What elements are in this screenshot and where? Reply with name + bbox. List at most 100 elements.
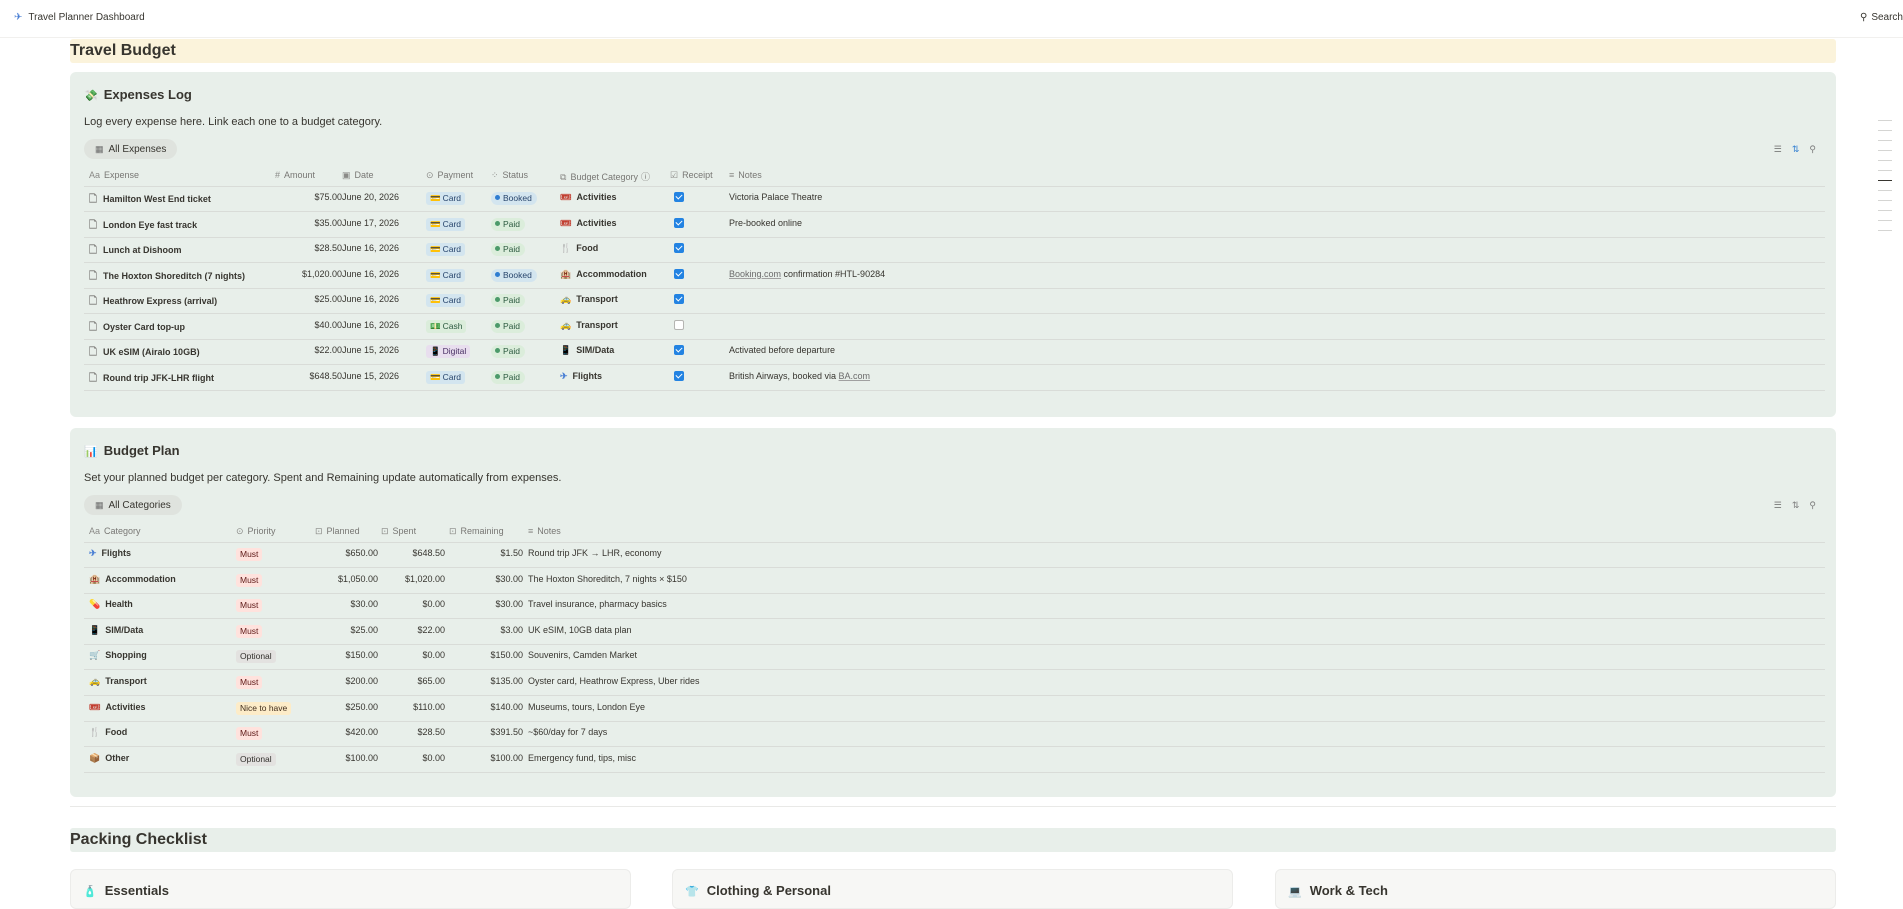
spent-cell[interactable]: $22.00 — [378, 625, 445, 635]
column-header-spent[interactable]: ⊡ Spent — [381, 526, 416, 537]
expense-name-cell[interactable]: 🗋 Heathrow Express (arrival) — [89, 294, 217, 311]
view-tab-all-categories[interactable]: ▦ All Categories — [84, 495, 182, 515]
payment-cell[interactable]: 📱 Digital — [426, 345, 471, 358]
expense-name-cell[interactable]: 🗋 Lunch at Dishoom — [89, 243, 182, 260]
date-cell[interactable]: June 16, 2026 — [342, 243, 399, 253]
budget-category-cell[interactable]: 🍴 Food — [560, 243, 598, 254]
status-cell[interactable]: Booked — [491, 192, 537, 205]
amount-cell[interactable]: $35.00 — [234, 218, 342, 228]
status-cell[interactable]: Booked — [491, 268, 537, 282]
category-name-cell[interactable]: 🏨 Accommodation — [89, 574, 176, 585]
expense-name-cell[interactable]: 🗋 Round trip JFK-LHR flight — [89, 371, 214, 388]
expense-name-cell[interactable]: 🗋 Hamilton West End ticket — [89, 192, 211, 209]
amount-cell[interactable]: $25.00 — [234, 294, 342, 304]
receipt-checkbox[interactable] — [674, 268, 684, 279]
table-row[interactable]: ✈ Flights Must $650.00 $648.50 $1.50 Roun… — [84, 542, 1825, 568]
payment-cell[interactable]: 💳 Card — [426, 192, 466, 205]
planned-cell[interactable]: $150.00 — [274, 650, 378, 660]
date-cell[interactable]: June 16, 2026 — [342, 294, 399, 304]
payment-cell[interactable]: 💳 Card — [426, 243, 466, 256]
planned-cell[interactable]: $250.00 — [274, 702, 378, 712]
notes-cell[interactable]: ~$60/day for 7 days — [528, 727, 607, 737]
notes-cell[interactable]: Oyster card, Heathrow Express, Uber ride… — [528, 676, 700, 686]
spent-cell[interactable]: $648.50 — [378, 548, 445, 558]
table-row[interactable]: 🗋 Round trip JFK-LHR flight $648.50 June … — [84, 365, 1825, 391]
search-icon[interactable]: ⚲ — [1809, 144, 1816, 154]
category-name-cell[interactable]: 📱 SIM/Data — [89, 625, 143, 636]
date-cell[interactable]: June 15, 2026 — [342, 371, 399, 381]
budget-category-cell[interactable]: 🏨 Accommodation — [560, 269, 647, 280]
amount-cell[interactable]: $1,020.00 — [234, 269, 342, 279]
table-row[interactable]: 🍴 Food Must $420.00 $28.50 $391.50 ~$60/d… — [84, 721, 1825, 748]
planned-cell[interactable]: $1,050.00 — [274, 574, 378, 584]
notes-cell[interactable]: Souvenirs, Camden Market — [528, 650, 637, 660]
expense-name-cell[interactable]: 🗋 The Hoxton Shoreditch (7 nights) — [89, 269, 245, 286]
packing-card-work-tech[interactable]: 💻 Work & Tech — [1275, 869, 1836, 909]
priority-cell[interactable]: Must — [236, 573, 263, 587]
amount-cell[interactable]: $22.00 — [234, 345, 342, 355]
payment-cell[interactable]: 💳 Card — [426, 268, 466, 282]
payment-cell[interactable]: 💳 Card — [426, 370, 466, 384]
category-name-cell[interactable]: 🍴 Food — [89, 727, 127, 738]
status-cell[interactable]: Paid — [491, 319, 526, 333]
category-name-cell[interactable]: 🚕 Transport — [89, 676, 147, 687]
spent-cell[interactable]: $110.00 — [378, 702, 445, 712]
budget-category-cell[interactable]: ✈ Flights — [560, 371, 602, 382]
notes-cell[interactable]: Activated before departure — [729, 345, 835, 355]
column-header-amount[interactable]: # Amount — [275, 170, 315, 180]
receipt-checkbox[interactable] — [674, 217, 684, 228]
priority-cell[interactable]: Optional — [236, 752, 276, 766]
category-name-cell[interactable]: 🎟 Activities — [89, 702, 145, 713]
category-name-cell[interactable]: ✈ Flights — [89, 548, 131, 559]
column-header-date[interactable]: ▣ Date — [342, 170, 374, 181]
table-row[interactable]: 🗋 London Eye fast track $35.00 June 17, 2… — [84, 212, 1825, 238]
date-cell[interactable]: June 16, 2026 — [342, 320, 399, 330]
amount-cell[interactable]: $75.00 — [234, 192, 342, 202]
status-cell[interactable]: Paid — [491, 243, 526, 256]
notes-cell[interactable]: Emergency fund, tips, misc — [528, 753, 636, 763]
notes-link[interactable]: Booking.com — [729, 269, 781, 279]
priority-cell[interactable]: Must — [236, 676, 263, 689]
status-cell[interactable]: Paid — [491, 217, 526, 231]
column-header-receipt[interactable]: ☑ Receipt — [670, 170, 713, 181]
table-row[interactable]: 🏨 Accommodation Must $1,050.00 $1,020.00 … — [84, 568, 1825, 594]
column-header-expense[interactable]: Aa Expense — [89, 170, 139, 180]
view-tab-all-expenses[interactable]: ▦ All Expenses — [84, 139, 178, 159]
packing-card-essentials[interactable]: 🧴 Essentials — [70, 869, 631, 909]
spent-cell[interactable]: $0.00 — [378, 650, 445, 660]
priority-cell[interactable]: Must — [236, 599, 263, 613]
amount-cell[interactable]: $28.50 — [234, 243, 342, 253]
search-icon[interactable]: ⚲ — [1809, 500, 1816, 510]
breadcrumb[interactable]: ✈ Travel Planner Dashboard — [14, 12, 145, 23]
date-cell[interactable]: June 20, 2026 — [342, 192, 399, 202]
column-header-notes[interactable]: ≡ Notes — [729, 170, 762, 180]
notes-link[interactable]: BA.com — [839, 371, 871, 381]
sort-icon[interactable]: ⇅ — [1792, 144, 1800, 154]
receipt-checkbox[interactable] — [674, 370, 684, 381]
receipt-checkbox[interactable] — [674, 243, 684, 253]
budget-category-cell[interactable]: 🚕 Transport — [560, 320, 618, 331]
column-header-budget-category[interactable]: ⧉ Budget Category ⓘ — [560, 170, 650, 183]
status-cell[interactable]: Paid — [491, 294, 526, 307]
spent-cell[interactable]: $0.00 — [378, 753, 445, 763]
receipt-checkbox[interactable] — [674, 294, 684, 304]
column-header-status[interactable]: ⁘ Status — [491, 170, 528, 181]
payment-cell[interactable]: 💵 Cash — [426, 319, 467, 333]
priority-cell[interactable]: Optional — [236, 650, 276, 664]
remaining-cell[interactable]: $391.50 — [445, 727, 523, 737]
notes-cell[interactable]: British Airways, booked via BA.com — [729, 371, 870, 381]
planned-cell[interactable]: $25.00 — [274, 625, 378, 635]
notes-cell[interactable]: Museums, tours, London Eye — [528, 702, 645, 712]
remaining-cell[interactable]: $140.00 — [445, 702, 523, 712]
status-cell[interactable]: Paid — [491, 370, 526, 384]
planned-cell[interactable]: $420.00 — [274, 727, 378, 737]
category-name-cell[interactable]: 📦 Other — [89, 753, 129, 764]
notes-cell[interactable]: Round trip JFK → LHR, economy — [528, 548, 662, 558]
table-row[interactable]: 🗋 Lunch at Dishoom $28.50 June 16, 2026 💳… — [84, 237, 1825, 263]
planned-cell[interactable]: $650.00 — [274, 548, 378, 558]
table-row[interactable]: 🗋 Heathrow Express (arrival) $25.00 June … — [84, 288, 1825, 314]
budget-category-cell[interactable]: 🎟 Activities — [560, 192, 616, 203]
budget-category-cell[interactable]: 🚕 Transport — [560, 294, 618, 305]
priority-cell[interactable]: Must — [236, 548, 263, 561]
notes-cell[interactable]: Victoria Palace Theatre — [729, 192, 822, 202]
